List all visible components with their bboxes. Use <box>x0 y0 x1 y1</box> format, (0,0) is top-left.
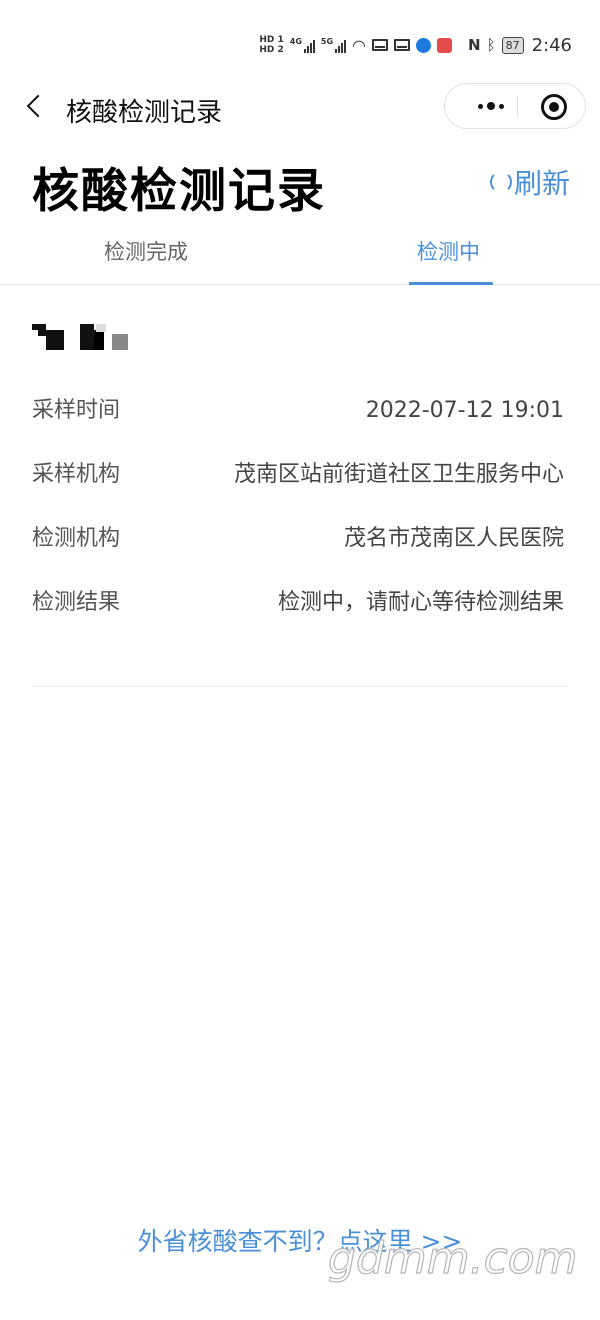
detail-label: 采样时间 <box>32 398 121 423</box>
divider <box>32 686 568 687</box>
battery-icon: 87 <box>501 36 524 54</box>
status-icons: HD 1 HD 2 4G 5G ◠ N ᛒ 87 2:46 <box>259 30 572 60</box>
detail-label: 检测机构 <box>32 526 121 551</box>
app-notification-icon <box>416 37 431 53</box>
refresh-icon <box>489 171 512 193</box>
test-record-card: 采样时间 2022-07-12 19:01 采样机构 茂南区站前街道社区卫生服务… <box>32 284 568 687</box>
mail-icon <box>394 39 410 51</box>
detail-row-test-org: 检测机构 茂名市茂南区人民医院 <box>32 522 568 556</box>
mini-program-capsule <box>444 83 586 129</box>
tab-bar: 检测完成 检测中 <box>0 222 600 285</box>
detail-value: 2022-07-12 19:01 <box>365 398 564 423</box>
mail-icon <box>372 39 388 51</box>
detail-label: 检测结果 <box>32 590 121 615</box>
capsule-divider <box>517 96 518 118</box>
clock: 2:46 <box>531 34 572 56</box>
network-label: 5G <box>320 37 334 46</box>
detail-row-test-result: 检测结果 检测中，请耐心等待检测结果 <box>32 586 568 620</box>
status-bar: HD 1 HD 2 4G 5G ◠ N ᛒ 87 2:46 <box>0 0 600 80</box>
refresh-label: 刷新 <box>513 167 570 200</box>
nav-bar: 核酸检测记录 <box>0 80 600 136</box>
refresh-button[interactable]: 刷新 <box>489 162 570 202</box>
tab-in-progress[interactable]: 检测中 <box>417 236 480 266</box>
network-label: 4G <box>289 37 302 46</box>
nav-title: 核酸检测记录 <box>66 98 223 128</box>
detail-row-sample-time: 采样时间 2022-07-12 19:01 <box>32 394 568 428</box>
signal-icon: 5G <box>320 37 347 53</box>
app-notification-icon <box>437 37 452 53</box>
detail-value: 茂南区站前街道社区卫生服务中心 <box>233 462 564 487</box>
detail-value: 茂名市茂南区人民医院 <box>343 526 564 551</box>
sim1-label: HD 1 <box>259 35 284 45</box>
record-details: 采样时间 2022-07-12 19:01 采样机构 茂南区站前街道社区卫生服务… <box>32 394 568 615</box>
chevron-left-icon[interactable] <box>20 90 54 124</box>
target-close-icon[interactable] <box>541 94 567 120</box>
detail-label: 采样机构 <box>32 462 121 487</box>
sim2-label: HD 2 <box>259 45 284 55</box>
nfc-icon: N <box>468 36 481 54</box>
watermark: gdmm.com <box>327 1232 578 1284</box>
detail-value: 检测中，请耐心等待检测结果 <box>277 590 564 615</box>
signal-icon: 4G <box>290 37 315 53</box>
wifi-icon: ◠ <box>352 35 366 55</box>
more-dots-icon[interactable] <box>467 84 515 128</box>
masked-name <box>32 284 568 354</box>
sim-labels: HD 1 HD 2 <box>259 35 283 55</box>
bluetooth-icon: ᛒ <box>486 36 496 54</box>
detail-row-sample-org: 采样机构 茂南区站前街道社区卫生服务中心 <box>32 458 568 492</box>
page-title: 核酸检测记录 <box>32 164 326 219</box>
tab-completed[interactable]: 检测完成 <box>104 236 188 266</box>
